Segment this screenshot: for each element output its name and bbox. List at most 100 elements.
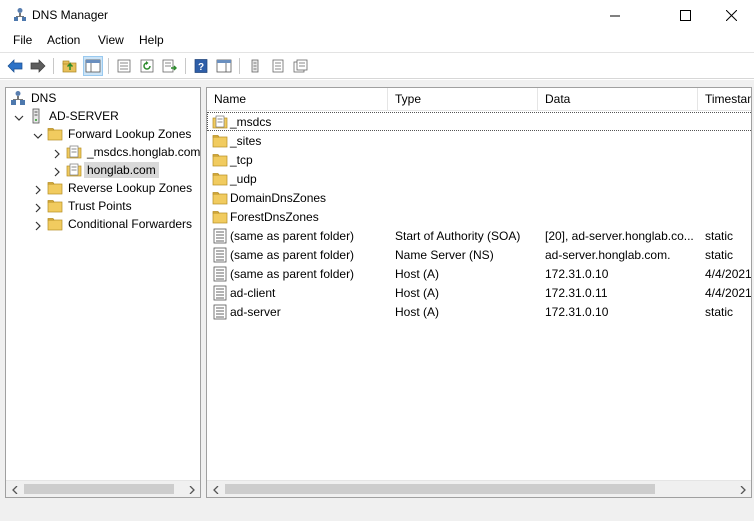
table-row[interactable]: DomainDnsZones xyxy=(207,188,751,207)
cell-timestamp xyxy=(705,207,751,226)
cell-name: ForestDnsZones xyxy=(212,207,388,226)
help-button[interactable]: ? xyxy=(191,56,211,76)
tree-item-server[interactable]: AD-SERVER xyxy=(28,107,122,125)
svg-text:?: ? xyxy=(198,62,204,73)
cell-name: (same as parent folder) xyxy=(212,245,388,264)
cell-type: Host (A) xyxy=(395,285,440,300)
cell-name: ad-client xyxy=(212,283,388,302)
show-hide-console-tree-button[interactable] xyxy=(83,56,103,76)
refresh-button[interactable] xyxy=(137,56,157,76)
tree-item-trust-points[interactable]: Trust Points xyxy=(47,197,135,215)
export-list-icon xyxy=(162,59,177,73)
cell-timestamp xyxy=(705,131,751,150)
tree-item-conditional-forwarders[interactable]: Conditional Forwarders xyxy=(47,215,195,233)
chevron-right-icon[interactable] xyxy=(52,149,62,159)
cell-timestamp: 4/4/2021 xyxy=(705,266,752,281)
cell-data xyxy=(545,150,698,169)
scroll-left-button[interactable] xyxy=(6,481,23,497)
menu-action[interactable]: Action xyxy=(45,33,82,47)
menu-file[interactable]: File xyxy=(11,33,34,47)
table-row[interactable]: _tcp xyxy=(207,150,751,169)
zone-button[interactable] xyxy=(268,56,288,76)
scroll-left-button[interactable] xyxy=(207,481,224,497)
tree-item-msdcs-zone[interactable]: _msdcs.honglab.com xyxy=(66,143,200,161)
tree-item-label: DNS xyxy=(31,91,57,105)
table-row[interactable]: _msdcs xyxy=(207,112,751,131)
cell-data xyxy=(545,131,698,150)
back-button[interactable] xyxy=(5,56,25,76)
tree-item-honglab-zone[interactable]: honglab.com xyxy=(66,161,159,179)
toolbar-separator xyxy=(185,58,186,74)
maximize-icon xyxy=(679,9,691,21)
cell-name: _udp xyxy=(212,169,388,188)
folder-icon xyxy=(47,218,63,231)
close-button[interactable] xyxy=(708,0,754,30)
cell-name-text: DomainDnsZones xyxy=(230,190,327,205)
folder-icon xyxy=(47,200,63,213)
results-list: Name Type Data Timestamp _msdcs _sites _tc… xyxy=(206,87,752,498)
tree-item-label: Reverse Lookup Zones xyxy=(68,181,193,195)
chevron-down-icon[interactable] xyxy=(14,113,24,123)
forward-button[interactable] xyxy=(28,56,48,76)
up-one-level-button[interactable] xyxy=(60,56,80,76)
table-row[interactable]: (same as parent folder) Host (A) 172.31.0.… xyxy=(207,264,752,283)
table-row[interactable]: (same as parent folder) Start of Authorit… xyxy=(207,226,751,245)
table-row[interactable]: ForestDnsZones xyxy=(207,207,751,226)
chevron-left-icon xyxy=(11,485,17,494)
cell-name-text: _sites xyxy=(230,133,262,148)
folder-icon xyxy=(47,182,63,195)
new-record-button[interactable] xyxy=(245,56,265,76)
cell-name-text: _msdcs xyxy=(230,114,272,129)
cell-timestamp xyxy=(705,112,751,131)
tree-item-reverse-lookup-zones[interactable]: Reverse Lookup Zones xyxy=(47,179,195,197)
minimize-button[interactable] xyxy=(592,0,638,30)
tree-item-dns[interactable]: DNS xyxy=(10,89,59,107)
tree-item-forward-lookup-zones[interactable]: Forward Lookup Zones xyxy=(47,125,194,143)
record-icon xyxy=(212,228,228,244)
cell-timestamp: 4/4/2021 xyxy=(705,285,752,300)
scroll-right-button[interactable] xyxy=(734,481,751,497)
chevron-right-icon[interactable] xyxy=(33,185,43,195)
menu-help[interactable]: Help xyxy=(137,33,166,47)
column-header-name[interactable]: Name xyxy=(207,88,388,111)
list-button[interactable] xyxy=(291,56,311,76)
chevron-right-icon[interactable] xyxy=(33,221,43,231)
column-header-type[interactable]: Type xyxy=(388,88,538,111)
cell-type xyxy=(395,188,538,207)
properties-button[interactable] xyxy=(114,56,134,76)
table-row[interactable]: (same as parent folder) Name Server (NS) a… xyxy=(207,245,751,264)
action-pane-button[interactable] xyxy=(214,56,234,76)
table-row[interactable]: _udp xyxy=(207,169,751,188)
chevron-right-icon[interactable] xyxy=(52,167,62,177)
cell-timestamp xyxy=(705,188,751,207)
export-list-button[interactable] xyxy=(160,56,180,76)
scroll-thumb[interactable] xyxy=(225,484,655,494)
scroll-right-button[interactable] xyxy=(183,481,200,497)
maximize-button[interactable] xyxy=(662,0,708,30)
column-header-data[interactable]: Data xyxy=(538,88,698,111)
cell-data: ad-server.honglab.com. xyxy=(545,247,671,262)
folder-icon xyxy=(212,171,228,187)
table-row[interactable]: ad-client Host (A) 172.31.0.11 4/4/2021 xyxy=(207,283,752,302)
list-horizontal-scrollbar[interactable] xyxy=(207,480,751,497)
tree-horizontal-scrollbar[interactable] xyxy=(6,480,200,497)
table-row[interactable]: _sites xyxy=(207,131,751,150)
cell-name-text: (same as parent folder) xyxy=(230,266,355,281)
dns-manager-icon xyxy=(14,8,26,21)
table-row[interactable]: ad-server Host (A) 172.31.0.10 static xyxy=(207,302,751,321)
dns-icon xyxy=(11,91,25,105)
folder-icon xyxy=(212,190,228,206)
help-icon: ? xyxy=(194,59,208,73)
cell-type: Host (A) xyxy=(395,266,440,281)
cell-type: Start of Authority (SOA) xyxy=(395,228,521,243)
scroll-thumb[interactable] xyxy=(24,484,174,494)
chevron-right-icon[interactable] xyxy=(33,203,43,213)
zone-icon xyxy=(272,59,284,73)
cell-data: 172.31.0.11 xyxy=(545,285,608,300)
cell-timestamp: static xyxy=(705,304,734,319)
menu-view[interactable]: View xyxy=(96,33,126,47)
column-header-timestamp[interactable]: Timestamp xyxy=(698,88,751,111)
cell-data: 172.31.0.10 xyxy=(545,304,609,319)
chevron-down-icon[interactable] xyxy=(33,131,43,141)
chevron-left-icon xyxy=(212,485,218,494)
